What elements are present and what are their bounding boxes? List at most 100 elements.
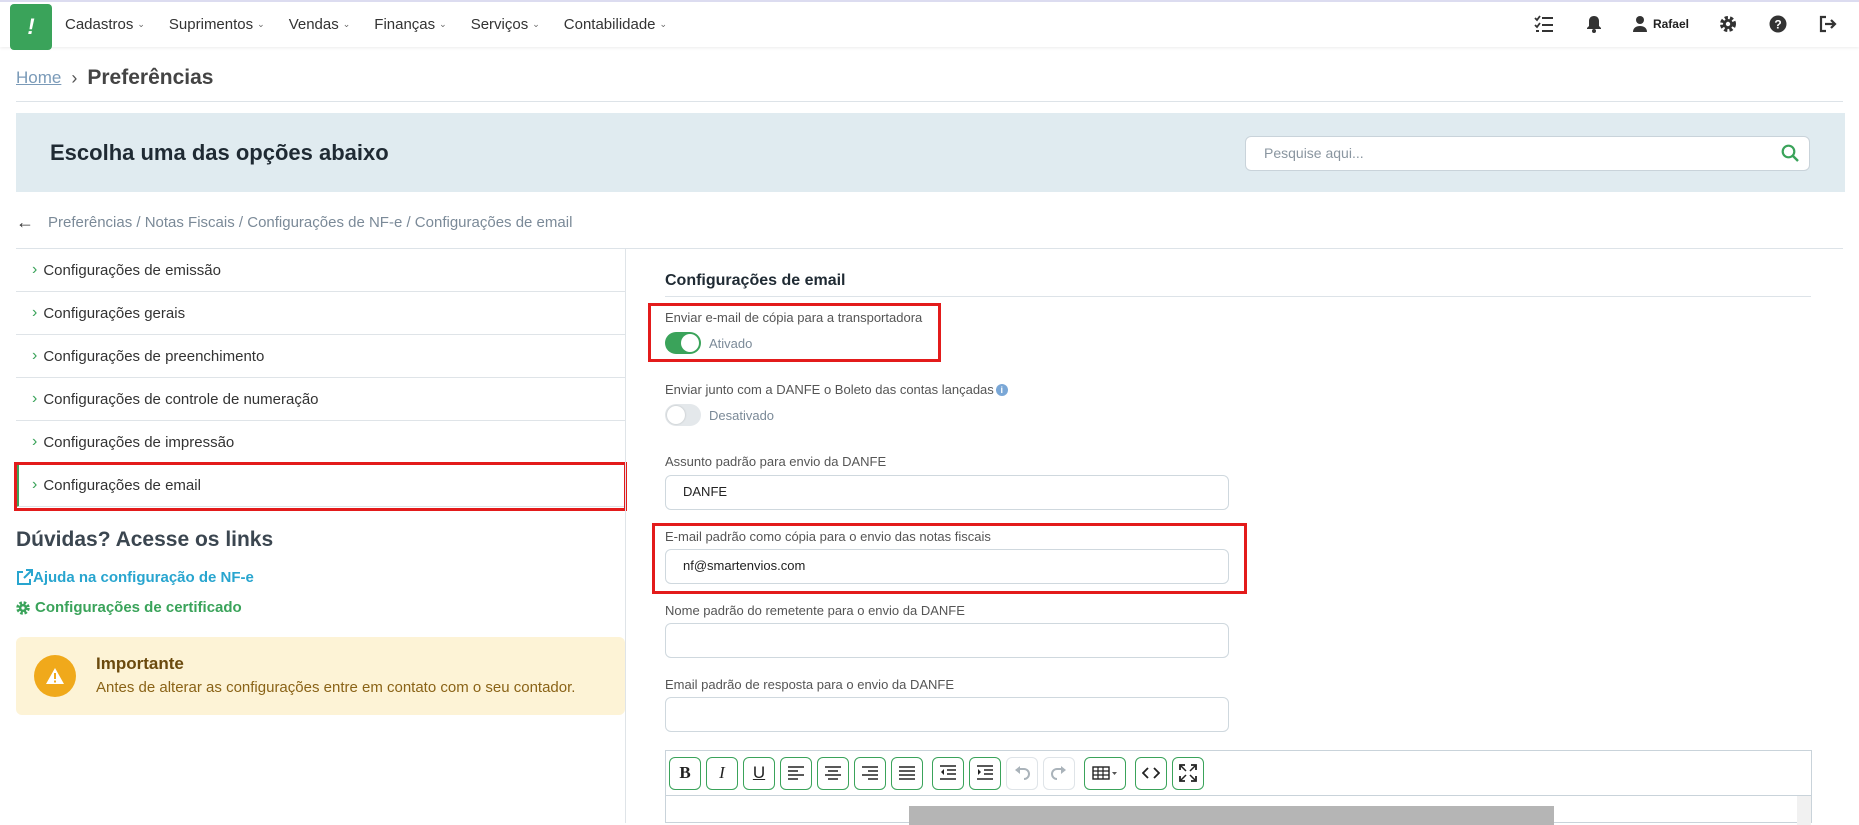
chevron-right-icon: › [32, 347, 38, 364]
settings-path: ← Preferências / Notas Fiscais / Configu… [16, 212, 572, 233]
certificate-settings-link[interactable]: Configurações de certificado [16, 599, 242, 616]
undo-icon [1015, 766, 1030, 780]
justify-icon [899, 766, 915, 780]
search-input[interactable] [1264, 145, 1764, 161]
nav-contabilidade[interactable]: Contabilidade ⌄ [564, 16, 667, 33]
back-arrow-icon[interactable]: ← [16, 212, 34, 233]
checklist-icon[interactable] [1533, 13, 1555, 35]
underline-button[interactable]: U [743, 756, 775, 790]
subject-label: Assunto padrão para envio da DANFE [665, 454, 887, 469]
reply-email-label: Email padrão de resposta para o envio da… [665, 677, 955, 692]
menu-item-label: Configurações de preenchimento [43, 347, 265, 365]
editor-body[interactable] [666, 795, 1811, 825]
sender-name-input[interactable] [683, 632, 1213, 647]
bell-icon[interactable] [1583, 13, 1605, 35]
chevron-right-icon: › [32, 261, 38, 278]
menu-item-impressao[interactable]: › Configurações de impressão [16, 421, 626, 464]
indent-icon [977, 765, 993, 780]
send-boleto-toggle[interactable] [665, 404, 701, 426]
menu-item-label: Configurações de emissão [43, 261, 221, 279]
align-right-icon [862, 766, 878, 780]
table-icon [1092, 766, 1117, 780]
send-boleto-label-wrap: Enviar junto com a DANFE o Boleto das co… [665, 382, 1008, 397]
indent-button[interactable] [969, 756, 1001, 790]
divider [665, 296, 1811, 297]
table-button[interactable] [1084, 756, 1126, 790]
nav-cadastros[interactable]: Cadastros ⌄ [65, 16, 145, 33]
help-nfe-link[interactable]: Ajuda na configuração de NF-e [16, 569, 254, 586]
outdent-button[interactable] [932, 756, 964, 790]
fullscreen-icon [1179, 764, 1197, 782]
align-left-icon [788, 766, 804, 780]
external-link-icon [17, 569, 33, 585]
align-right-button[interactable] [854, 756, 886, 790]
nav-label: Suprimentos [168, 15, 254, 33]
chevron-down-icon: ⌄ [342, 18, 351, 29]
user-name: Rafael [1652, 17, 1689, 31]
app-logo[interactable]: ! [10, 4, 52, 50]
nav-servicos[interactable]: Serviços ⌄ [471, 16, 540, 33]
align-left-button[interactable] [780, 756, 812, 790]
page-title: Preferências [87, 66, 214, 89]
sender-name-label: Nome padrão do remetente para o envio da… [665, 603, 965, 618]
reply-email-input[interactable] [683, 706, 1213, 721]
search-icon[interactable] [1781, 144, 1799, 167]
italic-button[interactable]: I [706, 756, 738, 790]
chevron-down-icon: ⌄ [137, 18, 145, 29]
menu-item-preenchimento[interactable]: › Configurações de preenchimento [16, 335, 626, 378]
undo-button[interactable] [1006, 756, 1038, 790]
justify-button[interactable] [891, 756, 923, 790]
notice-text: Antes de alterar as configurações entre … [96, 679, 576, 696]
subject-input[interactable] [683, 484, 1213, 499]
chevron-right-icon: › [32, 390, 38, 407]
nav-suprimentos[interactable]: Suprimentos ⌄ [169, 16, 265, 33]
gear-icon[interactable] [1717, 13, 1739, 35]
bold-button[interactable]: B [669, 756, 701, 790]
nav-label: Vendas [288, 15, 339, 33]
redo-icon [1051, 766, 1066, 780]
svg-text:?: ? [1774, 18, 1781, 32]
menu-item-numeracao[interactable]: › Configurações de controle de numeração [16, 378, 626, 421]
main-nav: Cadastros ⌄ Suprimentos ⌄ Vendas ⌄ Finanças… [65, 2, 691, 46]
chevron-down-icon: ⌄ [439, 18, 447, 29]
outdent-icon [940, 765, 956, 780]
sender-name-field [665, 623, 1229, 658]
rich-text-editor: B I U [665, 750, 1812, 825]
fullscreen-button[interactable] [1172, 756, 1204, 790]
nav-vendas[interactable]: Vendas ⌄ [289, 16, 351, 33]
chevron-down-icon: ⌄ [257, 18, 265, 29]
certificate-link-label: Configurações de certificado [35, 599, 242, 616]
menu-item-label: Configurações de impressão [43, 433, 235, 451]
help-title: Dúvidas? Acesse os links [16, 528, 274, 551]
breadcrumb: Home › Preferências [16, 66, 213, 90]
home-link[interactable]: Home [16, 68, 61, 88]
editor-toolbar: B I U [666, 751, 1811, 795]
highlight-box [648, 303, 941, 362]
redo-button[interactable] [1043, 756, 1075, 790]
align-center-button[interactable] [817, 756, 849, 790]
info-icon[interactable]: i [995, 384, 1008, 396]
logout-icon[interactable] [1817, 13, 1839, 35]
nav-financas[interactable]: Finanças ⌄ [374, 16, 446, 33]
chevron-right-icon: › [32, 433, 38, 450]
help-icon[interactable]: ? [1767, 13, 1789, 35]
nav-actions: Rafael ? [1505, 2, 1839, 46]
code-view-button[interactable] [1135, 756, 1167, 790]
section-title: Configurações de email [665, 272, 846, 289]
menu-item-gerais[interactable]: › Configurações gerais [16, 292, 626, 335]
user-menu[interactable]: Rafael [1632, 16, 1689, 32]
help-link-label: Ajuda na configuração de NF-e [33, 569, 254, 586]
editor-scrollbar[interactable] [1797, 796, 1811, 825]
menu-item-label: Configurações gerais [43, 304, 186, 322]
notice-title: Importante [96, 654, 184, 673]
search-box [1245, 136, 1810, 171]
logo-glyph: ! [27, 14, 35, 39]
nav-label: Serviços [470, 15, 529, 33]
nav-label: Finanças [374, 15, 436, 33]
menu-item-emissao[interactable]: › Configurações de emissão [16, 249, 626, 292]
vertical-divider [625, 249, 626, 823]
chevron-right-icon: › [71, 67, 78, 88]
options-banner: Escolha uma das opções abaixo [16, 113, 1845, 192]
send-boleto-label: Enviar junto com a DANFE o Boleto das co… [665, 382, 994, 397]
send-boleto-state: Desativado [709, 408, 775, 423]
